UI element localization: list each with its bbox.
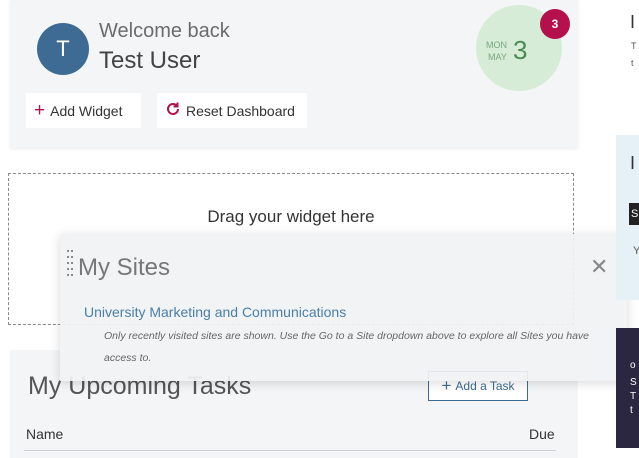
right-panel-text: T xyxy=(631,41,637,51)
blue-card-heading: I xyxy=(630,153,636,173)
column-header-due[interactable]: Due xyxy=(529,426,555,442)
right-panel-heading: I xyxy=(630,12,636,32)
dark-card-text: S xyxy=(630,377,637,388)
right-panel-text: t xyxy=(631,58,634,68)
site-link[interactable]: University Marketing and Communications xyxy=(84,304,346,320)
dark-card-text: t xyxy=(630,405,633,416)
reset-dashboard-label: Reset Dashboard xyxy=(186,102,295,119)
sites-note: Only recently visited sites are shown. U… xyxy=(104,330,590,364)
date-month: MAY xyxy=(488,52,507,62)
plus-icon: + xyxy=(34,100,46,121)
column-header-name[interactable]: Name xyxy=(26,426,63,442)
welcome-card: T Welcome back Test User MON MAY 3 3 + A… xyxy=(10,0,578,148)
blue-card-text: Y xyxy=(633,245,639,257)
divider xyxy=(24,450,556,451)
refresh-icon xyxy=(165,101,181,121)
date-day-of-week: MON xyxy=(486,40,507,50)
date-day: 3 xyxy=(513,35,528,65)
dark-card-text: T xyxy=(630,391,637,402)
avatar[interactable]: T xyxy=(37,23,89,75)
sites-title: My Sites xyxy=(78,254,171,281)
welcome-greeting: Welcome back xyxy=(99,20,230,42)
add-task-label: Add a Task xyxy=(455,379,515,393)
add-widget-button[interactable]: + Add Widget xyxy=(26,93,141,128)
dark-card-text: o xyxy=(630,360,636,371)
right-panel-dark-card xyxy=(616,328,639,448)
user-name: Test User xyxy=(99,47,201,74)
add-widget-label: Add Widget xyxy=(50,102,123,119)
drop-zone-text: Drag your widget here xyxy=(207,207,375,226)
blue-card-label: S xyxy=(629,203,639,225)
right-side-panel: I T t I S Y o S T t xyxy=(606,0,639,458)
drag-handle-icon[interactable] xyxy=(67,250,74,280)
my-sites-widget[interactable]: My Sites ✕ University Marketing and Comm… xyxy=(60,234,627,381)
reset-dashboard-button[interactable]: Reset Dashboard xyxy=(157,93,307,128)
notification-badge[interactable]: 3 xyxy=(540,9,570,39)
